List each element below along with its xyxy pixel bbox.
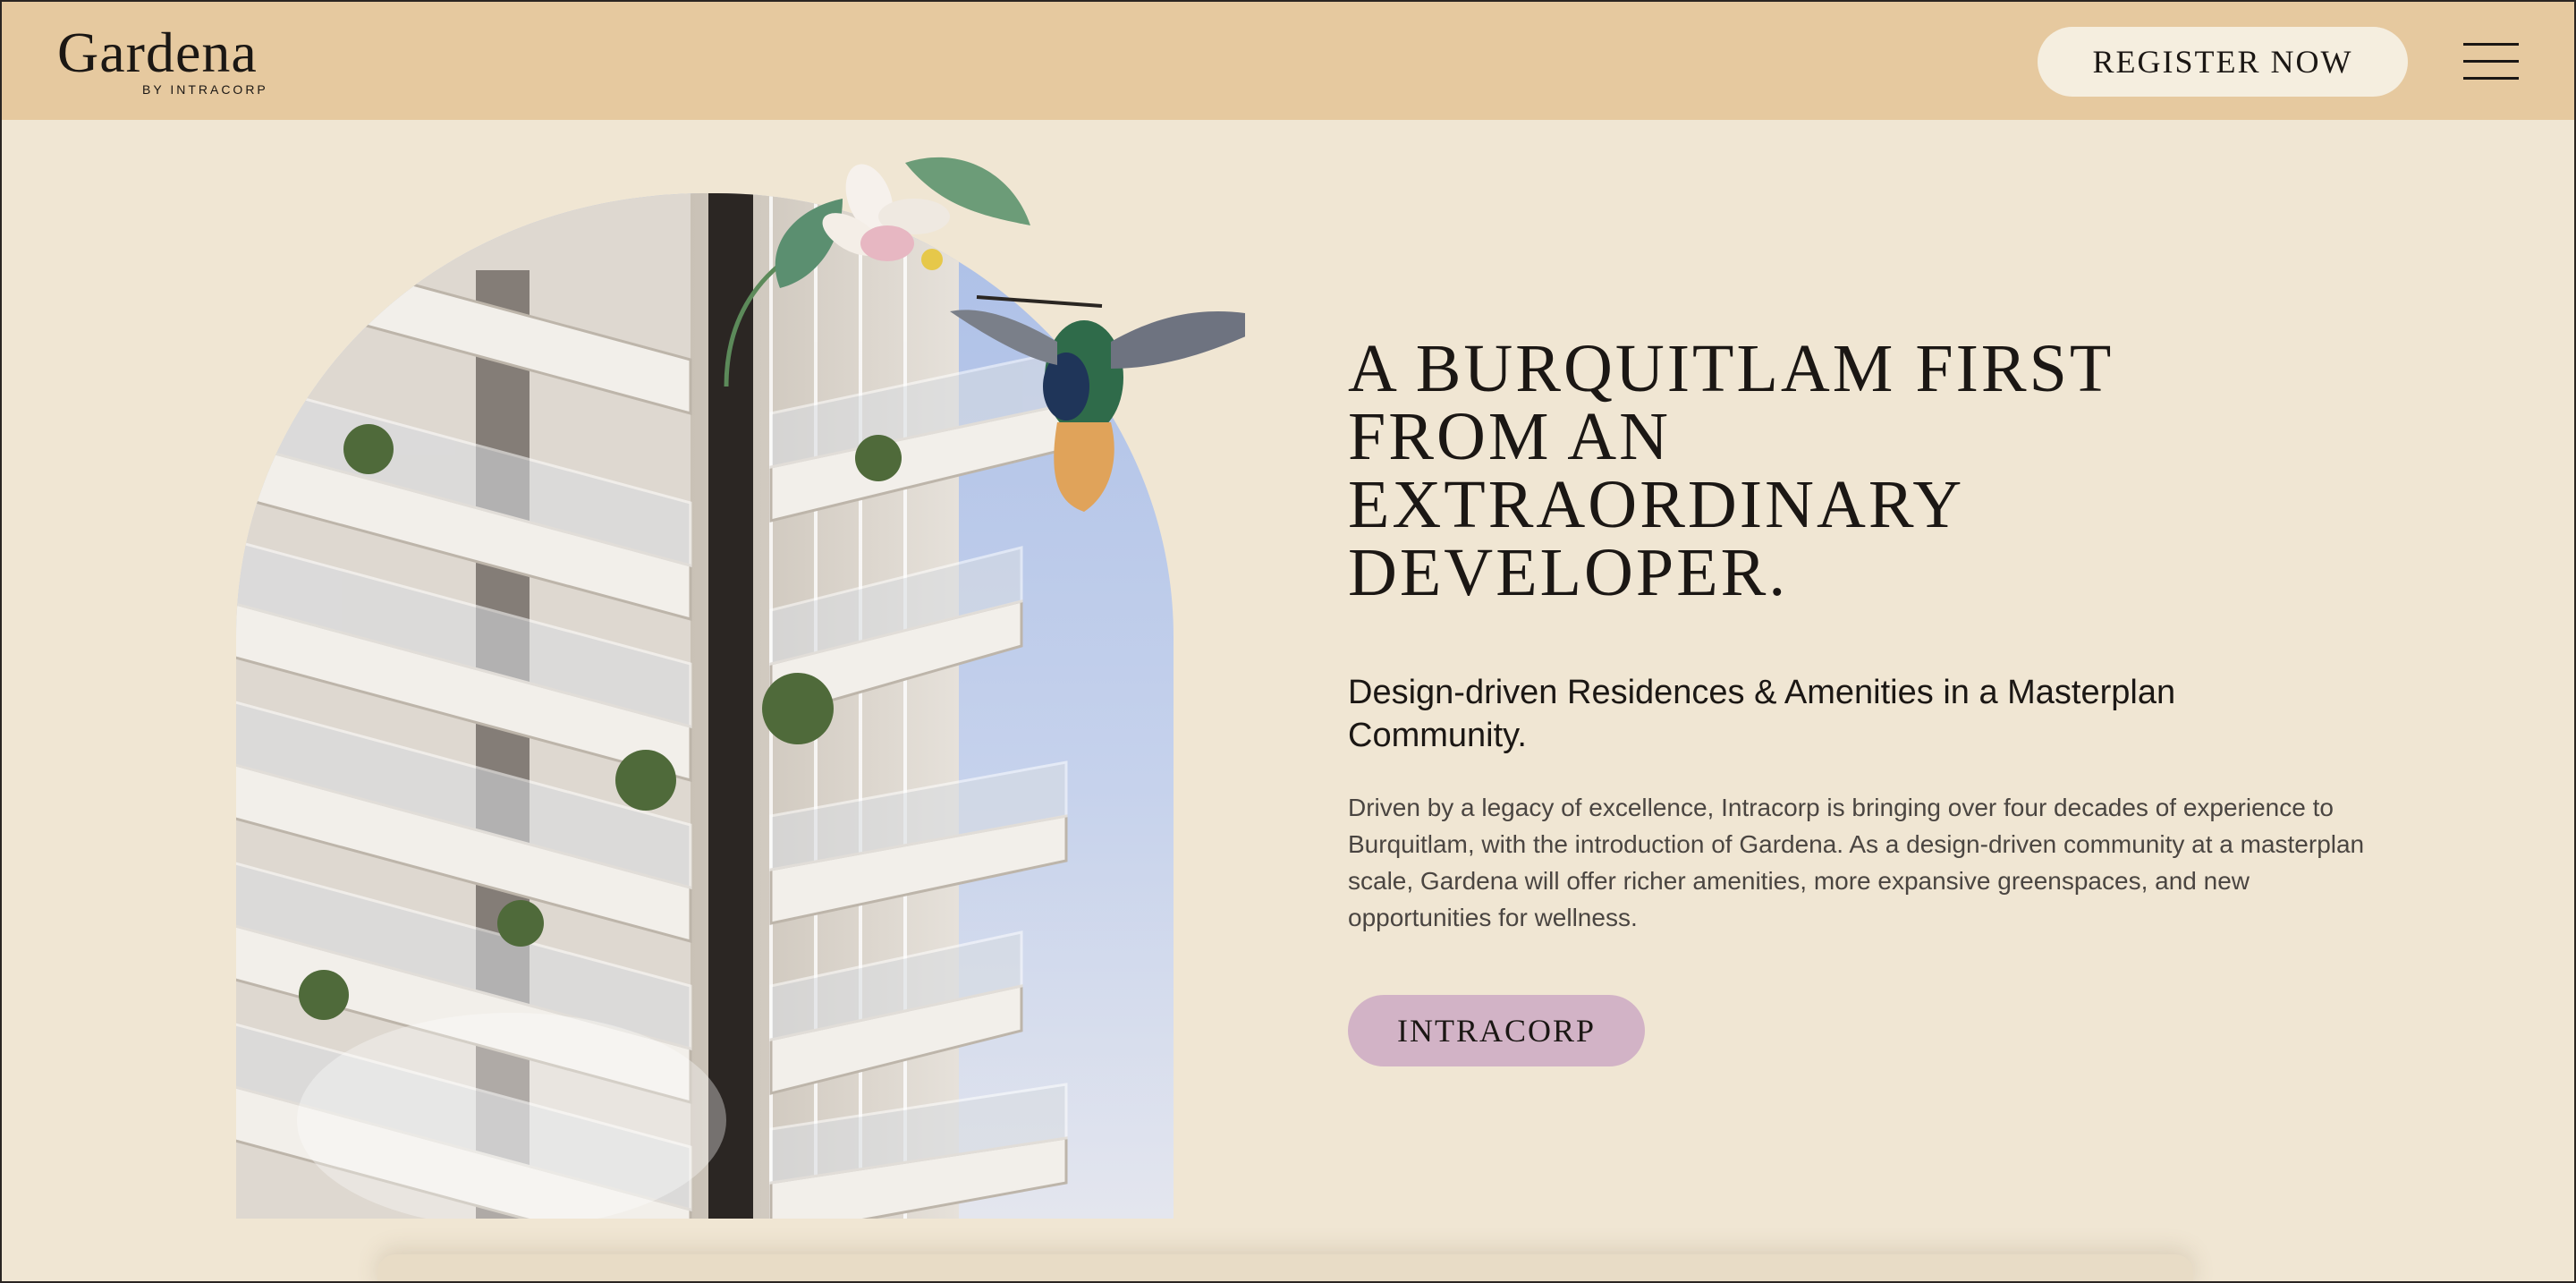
logo-wordmark: Gardena xyxy=(57,21,258,84)
hamburger-menu-icon[interactable] xyxy=(2463,39,2519,84)
hero-subheading: Design-driven Residences & Amenities in … xyxy=(1348,674,2176,754)
intracorp-button[interactable]: INTRACORP xyxy=(1348,995,1645,1066)
register-now-button[interactable]: REGISTER NOW xyxy=(2038,27,2408,97)
page-frame: Gardena BY INTRACORP REGISTER NOW A BURQ… xyxy=(0,0,2576,1283)
headline-line-3: EXTRAORDINARY xyxy=(1348,467,1965,542)
building-arch-image xyxy=(225,136,1245,1220)
headline-line-4: DEVELOPER. xyxy=(1348,535,1789,610)
headline-line-1: A BURQUITLAM FIRST xyxy=(1348,331,2114,406)
next-section-edge xyxy=(377,1254,2193,1281)
hero-body-copy: Driven by a legacy of excellence, Intrac… xyxy=(1348,794,2365,931)
gardena-logo[interactable]: Gardena BY INTRACORP xyxy=(57,21,343,98)
hero-headline: A BURQUITLAM FIRST FROM AN EXTRAORDINARY… xyxy=(1348,335,2332,607)
site-header: Gardena BY INTRACORP REGISTER NOW xyxy=(2,2,2574,120)
logo-subtitle: BY INTRACORP xyxy=(142,82,268,97)
headline-line-2: FROM AN xyxy=(1348,399,1671,474)
